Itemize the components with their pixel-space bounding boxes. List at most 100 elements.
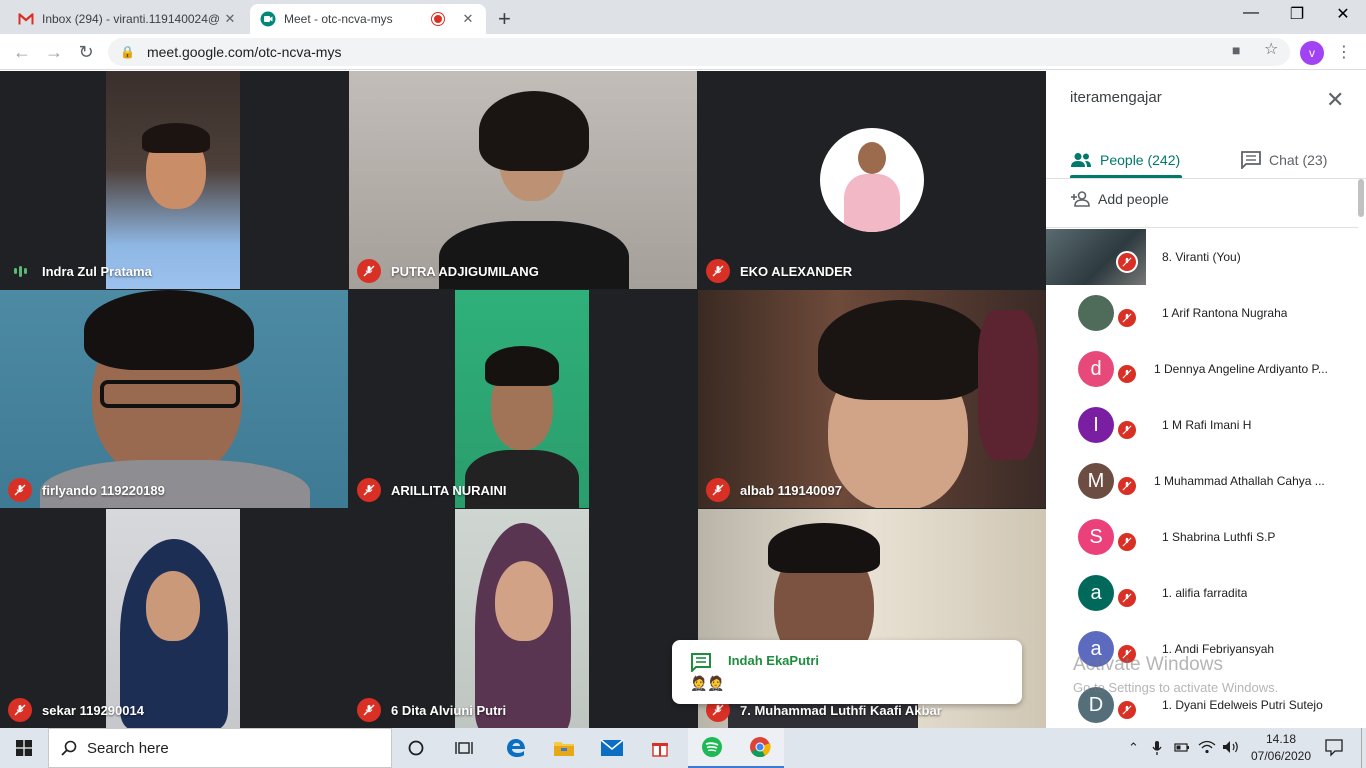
cortana-icon[interactable]	[392, 728, 440, 768]
participant-tile[interactable]: sekar 119290014	[0, 509, 348, 728]
list-item[interactable]: 8. Viranti (You)	[1046, 229, 1358, 285]
mail-icon[interactable]	[588, 728, 636, 768]
add-people-button[interactable]: Add people	[1070, 191, 1169, 207]
list-item[interactable]: I 1 M Rafi Imani H	[1046, 397, 1358, 453]
search-icon	[61, 740, 77, 756]
tab-chat[interactable]: Chat (23)	[1241, 141, 1327, 179]
reload-icon[interactable]: ↻	[74, 40, 98, 64]
notification-sender: Indah EkaPutri	[728, 653, 820, 668]
participant-hair	[479, 91, 589, 171]
participant-tile[interactable]: 6 Dita Alviuni Putri	[349, 509, 697, 728]
participant-video	[106, 71, 240, 289]
show-desktop-button[interactable]	[1361, 728, 1366, 768]
participant-name: 1. Dyani Edelweis Putri Sutejo	[1162, 698, 1323, 712]
forward-arrow-icon[interactable]: →	[42, 40, 66, 64]
scrollbar[interactable]	[1358, 179, 1364, 217]
new-tab-button[interactable]: +	[498, 6, 511, 32]
mic-off-icon	[1116, 531, 1138, 553]
url-text: meet.google.com/otc-ncva-mys	[146, 44, 342, 60]
task-view-icon[interactable]	[440, 728, 488, 768]
participant-video	[349, 71, 697, 289]
chat-tab-label: Chat (23)	[1269, 152, 1328, 168]
participant-name: 1 Arif Rantona Nugraha	[1162, 306, 1288, 320]
participant-tile[interactable]: albab 119140097	[698, 290, 1046, 508]
chat-notification[interactable]: Indah EkaPutri 🤵🤵	[672, 640, 1022, 704]
participant-name: 1. alifia farradita	[1162, 586, 1248, 600]
mic-off-icon	[357, 478, 381, 502]
participant-tile[interactable]: EKO ALEXANDER	[698, 71, 1046, 289]
bookmark-star-icon[interactable]: ☆	[1264, 39, 1278, 59]
camera-icon[interactable]: ■	[1232, 42, 1240, 58]
participant-tile[interactable]: firlyando 119220189	[0, 290, 348, 508]
close-window-icon[interactable]: ✕	[1320, 4, 1366, 24]
mic-off-icon	[706, 478, 730, 502]
divider	[1046, 227, 1358, 228]
battery-icon[interactable]	[1174, 740, 1190, 757]
mic-off-icon	[357, 698, 381, 722]
minimize-icon[interactable]: —	[1228, 4, 1274, 22]
participant-name: 1 Dennya Angeline Ardiyanto P...	[1154, 362, 1328, 376]
lock-icon: 🔒	[120, 45, 135, 59]
participant-face	[146, 571, 200, 641]
participant-name: PUTRA ADJIGUMILANG	[357, 259, 539, 283]
participant-name: Indra Zul Pratama	[8, 259, 152, 283]
browser-tab-strip: Inbox (294) - viranti.119140024@ ✕ Meet …	[0, 0, 1366, 34]
volume-icon[interactable]	[1222, 740, 1240, 757]
menu-kebab-icon[interactable]: ⋮	[1336, 42, 1352, 62]
participant-name: 1 Shabrina Luthfi S.P	[1162, 530, 1276, 544]
list-item[interactable]: 1 Arif Rantona Nugraha	[1046, 285, 1358, 341]
avatar: I	[1078, 407, 1114, 443]
maximize-icon[interactable]: ❐	[1274, 4, 1320, 24]
close-tab-icon[interactable]: ✕	[460, 11, 476, 27]
avatar	[1078, 295, 1114, 331]
taskbar-search-box[interactable]: Search here	[48, 728, 392, 768]
participant-name: 6 Dita Alviuni Putri	[357, 698, 506, 722]
participant-hair	[142, 123, 210, 153]
chrome-icon[interactable]	[736, 728, 784, 768]
participant-video	[106, 509, 240, 728]
participant-tile[interactable]: Indra Zul Pratama	[0, 71, 348, 289]
speaking-indicator-icon	[8, 259, 32, 283]
close-tab-icon[interactable]: ✕	[222, 11, 238, 27]
address-bar[interactable]: 🔒 meet.google.com/otc-ncva-mys	[108, 38, 1290, 66]
participant-tile[interactable]: ARILLITA NURAINI	[349, 290, 697, 508]
tab-people[interactable]: People (242)	[1070, 141, 1182, 179]
windows-logo-icon	[16, 740, 32, 756]
profile-avatar[interactable]: v	[1300, 41, 1324, 65]
spotify-icon[interactable]	[688, 728, 736, 768]
edge-browser-icon[interactable]	[492, 728, 540, 768]
video-grid: Indra Zul Pratama PUTRA ADJIGUMILANG EKO…	[0, 71, 1046, 728]
participant-hair	[84, 290, 254, 370]
participant-video	[455, 290, 589, 508]
mic-off-icon	[1116, 307, 1138, 329]
list-item[interactable]: S 1 Shabrina Luthfi S.P	[1046, 509, 1358, 565]
mic-off-icon	[1116, 475, 1138, 497]
mic-off-icon	[1116, 419, 1138, 441]
participant-video	[0, 290, 348, 508]
tab-meet[interactable]: Meet - otc-ncva-mys ✕	[250, 4, 486, 34]
search-placeholder: Search here	[87, 739, 169, 757]
system-clock[interactable]: 14.18 07/06/2020	[1246, 731, 1316, 765]
participant-name: albab 119140097	[706, 478, 842, 502]
tab-title: Inbox (294) - viranti.119140024@	[42, 12, 221, 26]
close-panel-icon[interactable]: ✕	[1326, 87, 1344, 113]
people-panel: iteramengajar ✕ People (242) Chat (23) A…	[1046, 71, 1366, 728]
wifi-icon[interactable]	[1198, 740, 1216, 757]
list-item[interactable]: d 1 Dennya Angeline Ardiyanto P...	[1046, 341, 1358, 397]
participant-name: sekar 119290014	[8, 698, 144, 722]
notifications-icon[interactable]	[1324, 737, 1344, 760]
file-explorer-icon[interactable]	[540, 728, 588, 768]
list-item[interactable]: M 1 Muhammad Athallah Cahya ...	[1046, 453, 1358, 509]
people-tab-label: People (242)	[1100, 152, 1181, 168]
show-hidden-icons-icon[interactable]: ⌃	[1128, 740, 1139, 756]
gift-store-icon[interactable]	[636, 728, 684, 768]
tab-gmail[interactable]: Inbox (294) - viranti.119140024@ ✕	[8, 4, 248, 34]
participant-name: 8. Viranti (You)	[1162, 250, 1241, 264]
list-item[interactable]: a 1. alifia farradita	[1046, 565, 1358, 621]
participant-name: ARILLITA NURAINI	[357, 478, 507, 502]
microphone-icon[interactable]	[1152, 740, 1162, 759]
windows-start-button[interactable]	[0, 728, 48, 768]
participant-tile[interactable]: PUTRA ADJIGUMILANG	[349, 71, 697, 289]
people-icon	[1071, 153, 1091, 167]
back-arrow-icon[interactable]: ←	[10, 40, 34, 64]
